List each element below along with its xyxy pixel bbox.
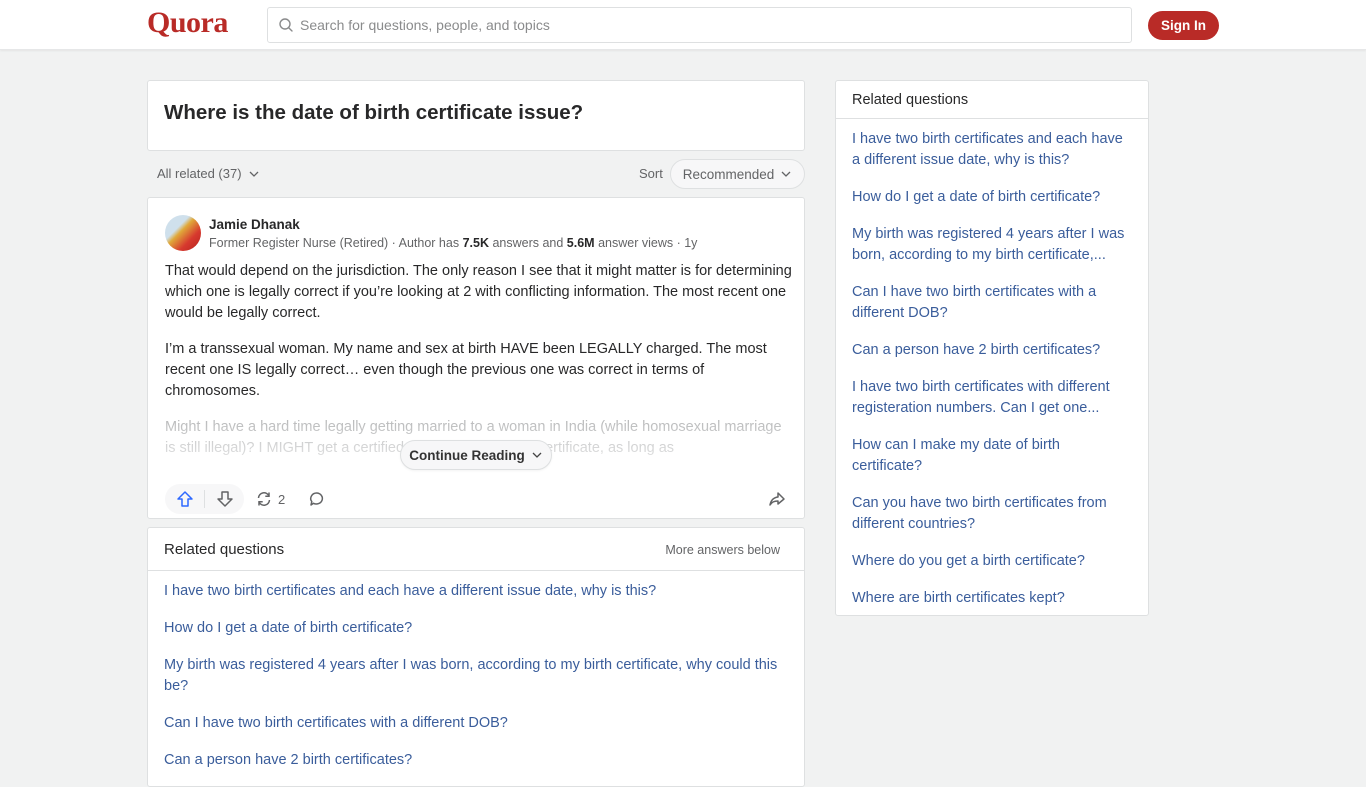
more-answers-below: More answers below [665, 543, 780, 557]
continue-reading-button[interactable]: Continue Reading [400, 440, 552, 470]
search-input[interactable] [300, 17, 1100, 33]
reshare-count: 2 [278, 491, 286, 507]
question-title: Where is the date of birth certificate i… [164, 101, 584, 124]
search-icon [279, 18, 293, 32]
sidebar-question-link[interactable]: How do I get a date of birth certificate… [852, 187, 1132, 208]
share-icon [769, 492, 785, 506]
answers-text: answers and [488, 236, 567, 250]
question-card: Where is the date of birth certificate i… [147, 80, 805, 151]
sidebar-list: I have two birth certificates and each h… [836, 119, 1148, 609]
sidebar-question-link[interactable]: Can I have two birth certificates with a… [852, 282, 1132, 324]
answer-paragraph: I’m a transsexual woman. My name and sex… [165, 341, 767, 399]
sidebar-question-link[interactable]: How can I make my date of birth certific… [852, 435, 1132, 477]
all-related-filter[interactable]: All related (37) [157, 166, 260, 181]
reshare-icon [257, 492, 271, 506]
answer-card: Jamie Dhanak Former Register Nurse (Reti… [147, 197, 805, 519]
related-question-link[interactable]: Can I have two birth certificates with a… [164, 713, 788, 734]
share-button[interactable] [764, 484, 790, 514]
credential-text: Former Register Nurse (Retired) · Author… [209, 236, 463, 250]
answer-paragraph: That would depend on the jurisdiction. T… [165, 263, 792, 321]
related-question-link[interactable]: How do I get a date of birth certificate… [164, 618, 788, 639]
views-text: answer views · 1y [594, 236, 698, 250]
comment-icon [310, 492, 324, 506]
sort-dropdown[interactable]: Recommended [670, 159, 805, 189]
sidebar-question-link[interactable]: Where are birth certificates kept? [852, 588, 1132, 609]
answer-actions: 2 [165, 484, 790, 514]
related-questions-list: I have two birth certificates and each h… [148, 571, 804, 771]
quora-logo[interactable]: Quora [147, 6, 228, 40]
sidebar-title: Related questions [852, 92, 969, 108]
sort-value: Recommended [682, 166, 775, 182]
sidebar-question-link[interactable]: Where do you get a birth certificate? [852, 551, 1132, 572]
sidebar-header: Related questions [836, 81, 1148, 119]
views-count: 5.6M [566, 236, 595, 250]
search-box[interactable] [267, 7, 1132, 43]
related-questions-main: Related questions More answers below I h… [147, 527, 805, 787]
sidebar-question-link[interactable]: Can you have two birth certificates from… [852, 493, 1132, 535]
sidebar-question-link[interactable]: My birth was registered 4 years after I … [852, 224, 1132, 266]
downvote-icon [216, 491, 233, 507]
comment-button[interactable] [305, 484, 329, 514]
sidebar-question-link[interactable]: I have two birth certificates and each h… [852, 129, 1132, 171]
upvote-button[interactable] [165, 484, 204, 514]
vote-group [165, 484, 244, 514]
downvote-button[interactable] [205, 484, 244, 514]
answers-count: 7.5K [462, 236, 489, 250]
sign-in-button[interactable]: Sign In [1148, 11, 1219, 40]
related-questions-title: Related questions [164, 541, 285, 558]
upvote-icon [176, 491, 193, 507]
author-avatar[interactable] [165, 215, 201, 251]
related-question-link[interactable]: My birth was registered 4 years after I … [164, 655, 788, 697]
continue-reading-label: Continue Reading [409, 447, 525, 463]
related-questions-sidebar: Related questions I have two birth certi… [835, 80, 1149, 616]
sidebar-question-link[interactable]: Can a person have 2 birth certificates? [852, 340, 1132, 361]
chevron-down-icon [249, 171, 259, 177]
author-name[interactable]: Jamie Dhanak [209, 217, 300, 232]
all-related-label: All related (37) [157, 166, 242, 181]
chevron-down-icon [532, 452, 542, 458]
reshare-button[interactable]: 2 [255, 484, 285, 514]
top-navigation-bar: Quora Sign In [0, 0, 1366, 50]
sidebar-question-link[interactable]: I have two birth certificates with diffe… [852, 377, 1132, 419]
sort-label: Sort [639, 166, 663, 181]
related-question-link[interactable]: I have two birth certificates and each h… [164, 581, 788, 602]
chevron-down-icon [781, 171, 791, 177]
author-credential: Former Register Nurse (Retired) · Author… [209, 236, 697, 250]
related-questions-header: Related questions More answers below [148, 528, 804, 571]
